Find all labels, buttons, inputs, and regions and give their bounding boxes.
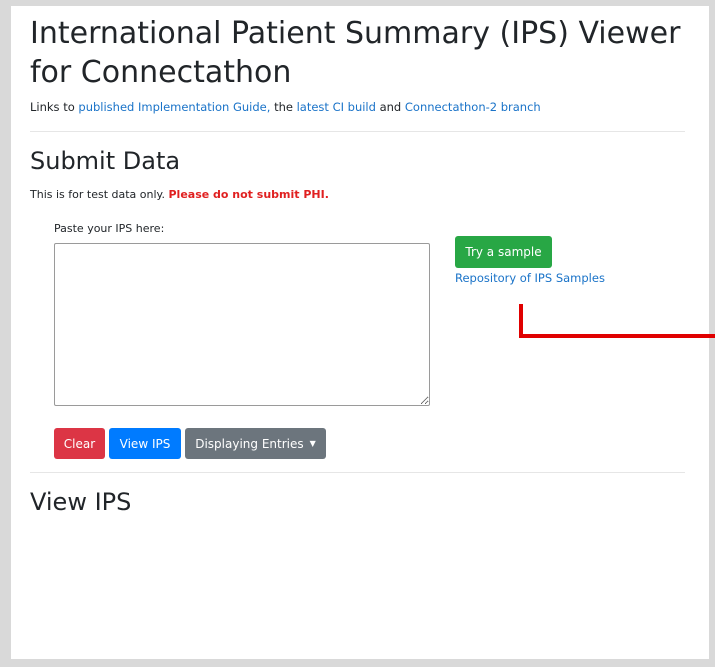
phi-warning: Please do not submit PHI. (168, 188, 329, 201)
try-sample-button[interactable]: Try a sample (455, 236, 552, 268)
connectathon-branch-link[interactable]: Connectathon-2 branch (405, 100, 541, 114)
clear-button[interactable]: Clear (54, 428, 105, 459)
annotation-arrow (519, 304, 715, 338)
submit-data-heading: Submit Data (30, 147, 181, 175)
displaying-entries-dropdown[interactable]: Displaying Entries ▼ (185, 428, 326, 459)
paste-label: Paste your IPS here: (54, 222, 165, 235)
divider (30, 131, 685, 132)
ci-build-link[interactable]: latest CI build (297, 100, 376, 114)
links-and: and (379, 100, 402, 114)
caret-down-icon: ▼ (309, 438, 316, 448)
repository-link[interactable]: Repository of IPS Samples (455, 271, 605, 285)
title-line-1: International Patient Summary (IPS) View… (30, 16, 681, 51)
divider (30, 472, 685, 473)
ips-textarea[interactable] (54, 243, 430, 406)
links-mid: the (274, 100, 293, 114)
displaying-entries-label: Displaying Entries (195, 436, 304, 451)
links-line: Links to published Implementation Guide,… (30, 100, 541, 114)
implementation-guide-link[interactable]: published Implementation Guide, (78, 100, 270, 114)
view-ips-heading: View IPS (30, 488, 132, 516)
notice-text: This is for test data only. (30, 188, 165, 201)
title-line-2: for Connectathon (30, 55, 292, 90)
test-data-notice: This is for test data only. Please do no… (30, 188, 329, 201)
view-ips-button[interactable]: View IPS (109, 428, 181, 459)
page-container: International Patient Summary (IPS) View… (11, 6, 715, 659)
page-title: International Patient Summary (IPS) View… (30, 14, 680, 92)
links-prefix: Links to (30, 100, 75, 114)
